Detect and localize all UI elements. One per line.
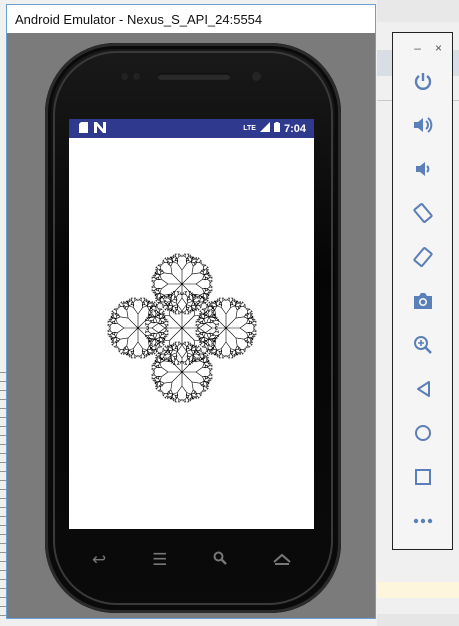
clock: 7:04 (283, 122, 306, 135)
back-icon (416, 381, 430, 397)
power-button[interactable] (393, 63, 452, 99)
rotate-left-button[interactable] (393, 195, 452, 231)
zoom-button[interactable] (393, 327, 452, 363)
rotate-left-icon (412, 203, 433, 223)
rotate-right-button[interactable] (393, 239, 452, 275)
back-icon[interactable]: ↩ (92, 550, 106, 570)
volume-down-button[interactable] (393, 151, 452, 187)
close-button[interactable]: × (435, 41, 442, 55)
rotate-right-icon (412, 247, 433, 267)
volume-up-icon (413, 117, 432, 133)
fractal-branches (107, 253, 257, 403)
front-camera (252, 72, 261, 81)
back-button[interactable] (393, 371, 452, 407)
home-icon[interactable] (273, 550, 291, 570)
camera-icon (413, 293, 432, 309)
background-ide-statusbar (377, 614, 459, 626)
minimize-button[interactable]: – (414, 41, 421, 55)
fractal-drawing (107, 253, 257, 403)
volume-down-icon (415, 162, 429, 176)
more-icon (413, 518, 432, 524)
more-button[interactable] (393, 503, 452, 539)
light-sensor (133, 73, 140, 80)
earpiece-speaker (157, 73, 231, 80)
background-ide-highlight (377, 582, 459, 598)
emulator-window: Android Emulator - Nexus_S_API_24:5554 L… (6, 4, 376, 619)
screenshot-button[interactable] (393, 283, 452, 319)
menu-icon[interactable]: ☰ (152, 550, 167, 570)
zoom-icon (413, 336, 432, 354)
device-screen[interactable]: LTE 7:04 (69, 119, 314, 529)
sd-card-icon (79, 121, 88, 136)
phone-frame: LTE 7:04 ↩ ☰ (45, 43, 341, 613)
emulator-toolbar: – × (392, 32, 453, 550)
window-title: Android Emulator - Nexus_S_API_24:5554 (15, 11, 263, 27)
toolbar-window-controls: – × (414, 41, 442, 55)
home-button[interactable] (393, 415, 452, 451)
lte-label: LTE (243, 125, 256, 132)
proximity-sensor (121, 73, 128, 80)
search-icon[interactable] (213, 550, 228, 570)
home-icon (414, 425, 431, 441)
status-bar: LTE 7:04 (69, 119, 314, 138)
app-canvas[interactable] (69, 138, 314, 529)
signal-icon (259, 122, 270, 135)
emulator-titlebar[interactable]: Android Emulator - Nexus_S_API_24:5554 (7, 5, 375, 33)
background-ide-toolbar (377, 0, 459, 22)
overview-button[interactable] (393, 459, 452, 495)
phone-nav-bar: ↩ ☰ (69, 543, 314, 577)
volume-up-button[interactable] (393, 107, 452, 143)
overview-icon (414, 469, 431, 485)
power-icon (414, 73, 431, 90)
battery-icon (273, 122, 280, 135)
notification-n-icon (94, 121, 106, 136)
